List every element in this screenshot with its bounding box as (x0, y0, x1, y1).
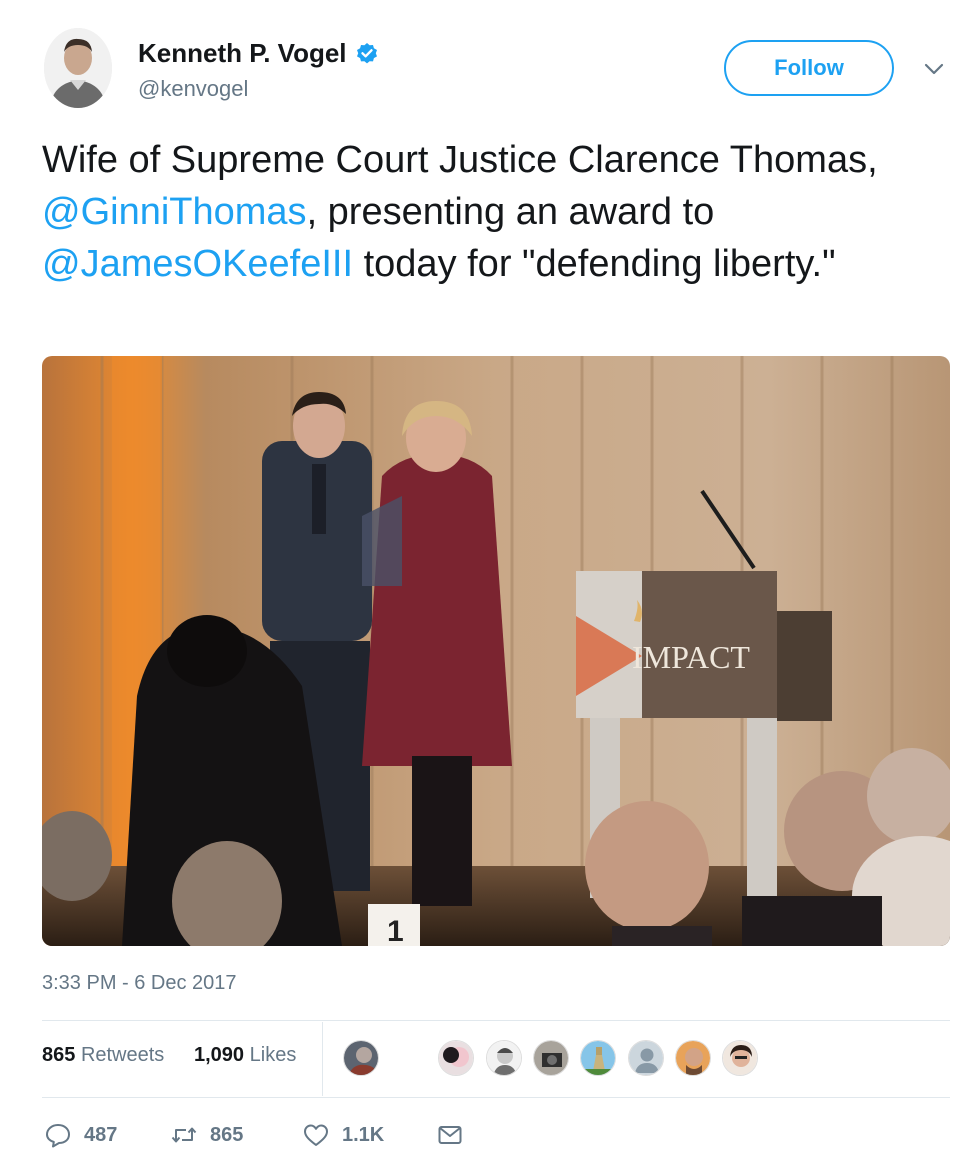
reply-count: 487 (84, 1123, 118, 1146)
heart-icon (304, 1124, 328, 1146)
avatar[interactable] (486, 1040, 522, 1076)
author-name[interactable]: Kenneth P. Vogel (138, 38, 379, 69)
author-avatar[interactable] (44, 28, 112, 108)
reply-button[interactable]: 487 (44, 1120, 117, 1149)
retweet-button[interactable]: 865 (170, 1120, 243, 1149)
podium-logo-text: IMPACT (632, 639, 750, 675)
mention-link-ginni[interactable]: @GinniThomas (42, 191, 307, 233)
stats-divider (322, 1022, 323, 1096)
retweets-label: Retweets (80, 1044, 165, 1066)
tweet-timestamp[interactable]: 3:33 PM - 6 Dec 2017 (42, 972, 237, 995)
avatar[interactable] (533, 1040, 569, 1076)
reply-icon (46, 1124, 70, 1148)
direct-message-button[interactable] (436, 1120, 464, 1149)
tweet-text-part: Wife of Supreme Court Justice Clarence T… (42, 139, 878, 181)
likes-label: Likes (249, 1044, 297, 1066)
retweet-icon (171, 1127, 197, 1143)
avatar[interactable] (675, 1040, 711, 1076)
like-count: 1.1K (342, 1123, 385, 1146)
author-handle[interactable]: @kenvogel (138, 76, 248, 102)
chevron-down-icon[interactable] (920, 58, 948, 80)
tweet-text: Wife of Supreme Court Justice Clarence T… (42, 134, 962, 290)
verified-badge-icon (356, 42, 377, 63)
tweet-photo[interactable]: IMPACT 1 (42, 356, 950, 946)
avatar[interactable] (722, 1040, 758, 1076)
likes-stat[interactable]: 1,090 Likes (194, 1044, 296, 1067)
avatar[interactable] (438, 1040, 474, 1076)
tweet-text-part: , presenting an award to (306, 191, 715, 233)
divider (42, 1097, 950, 1098)
retweet-count: 865 (210, 1123, 244, 1146)
retweets-stat[interactable]: 865 Retweets (42, 1044, 164, 1067)
divider (42, 1020, 950, 1021)
avatar[interactable] (580, 1040, 616, 1076)
author-name-text[interactable]: Kenneth P. Vogel (138, 38, 347, 69)
avatar[interactable] (628, 1040, 664, 1076)
retweets-count: 865 (42, 1044, 76, 1066)
table-number-card: 1 (387, 915, 404, 946)
like-button[interactable]: 1.1K (302, 1120, 384, 1149)
follow-button[interactable]: Follow (724, 40, 894, 96)
avatar[interactable] (343, 1040, 379, 1076)
mention-link-okeefe[interactable]: @JamesOKeefeIII (42, 243, 353, 285)
envelope-icon (438, 1126, 462, 1144)
tweet-text-part: today for "defending liberty." (353, 243, 836, 285)
likes-count: 1,090 (194, 1044, 245, 1066)
